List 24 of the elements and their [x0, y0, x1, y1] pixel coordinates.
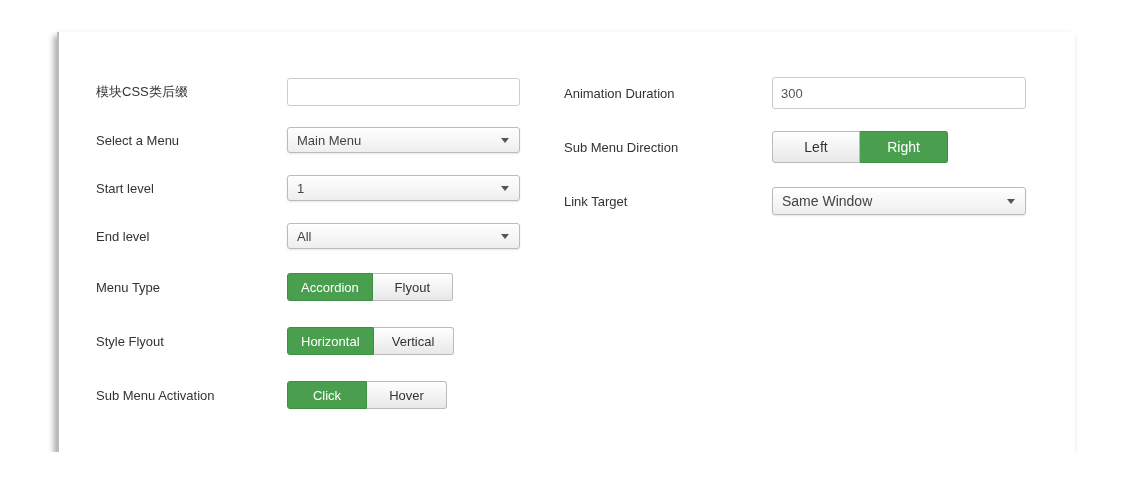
field-label: Style Flyout [96, 333, 165, 349]
field-label: Sub Menu Direction [564, 139, 680, 155]
field-label: End level [96, 228, 151, 244]
text-field[interactable]: 300 [772, 77, 1026, 109]
field-label: 模块CSS类后缀 [96, 83, 189, 101]
toggle-option[interactable]: Hover [367, 381, 447, 409]
field-label: Start level [96, 180, 155, 196]
dropdown[interactable]: All [287, 223, 520, 249]
caret-icon [501, 185, 509, 191]
field-label: Animation Duration [564, 85, 676, 101]
caret-icon [1007, 198, 1015, 204]
caret-icon [501, 233, 509, 239]
text-field[interactable] [287, 78, 520, 106]
dropdown[interactable]: 1 [287, 175, 520, 201]
toggle-option[interactable]: Vertical [373, 327, 454, 355]
field-label: Select a Menu [96, 132, 181, 148]
dropdown[interactable]: Same Window [772, 187, 1026, 215]
field-label: Link Target [564, 193, 629, 209]
caret-icon [501, 137, 509, 143]
field-label: Sub Menu Activation [96, 387, 216, 403]
toggle-option[interactable]: Left [772, 131, 860, 163]
field-label: Menu Type [96, 279, 162, 295]
toggle-option[interactable]: Flyout [372, 273, 453, 301]
dropdown[interactable]: Main Menu [287, 127, 520, 153]
